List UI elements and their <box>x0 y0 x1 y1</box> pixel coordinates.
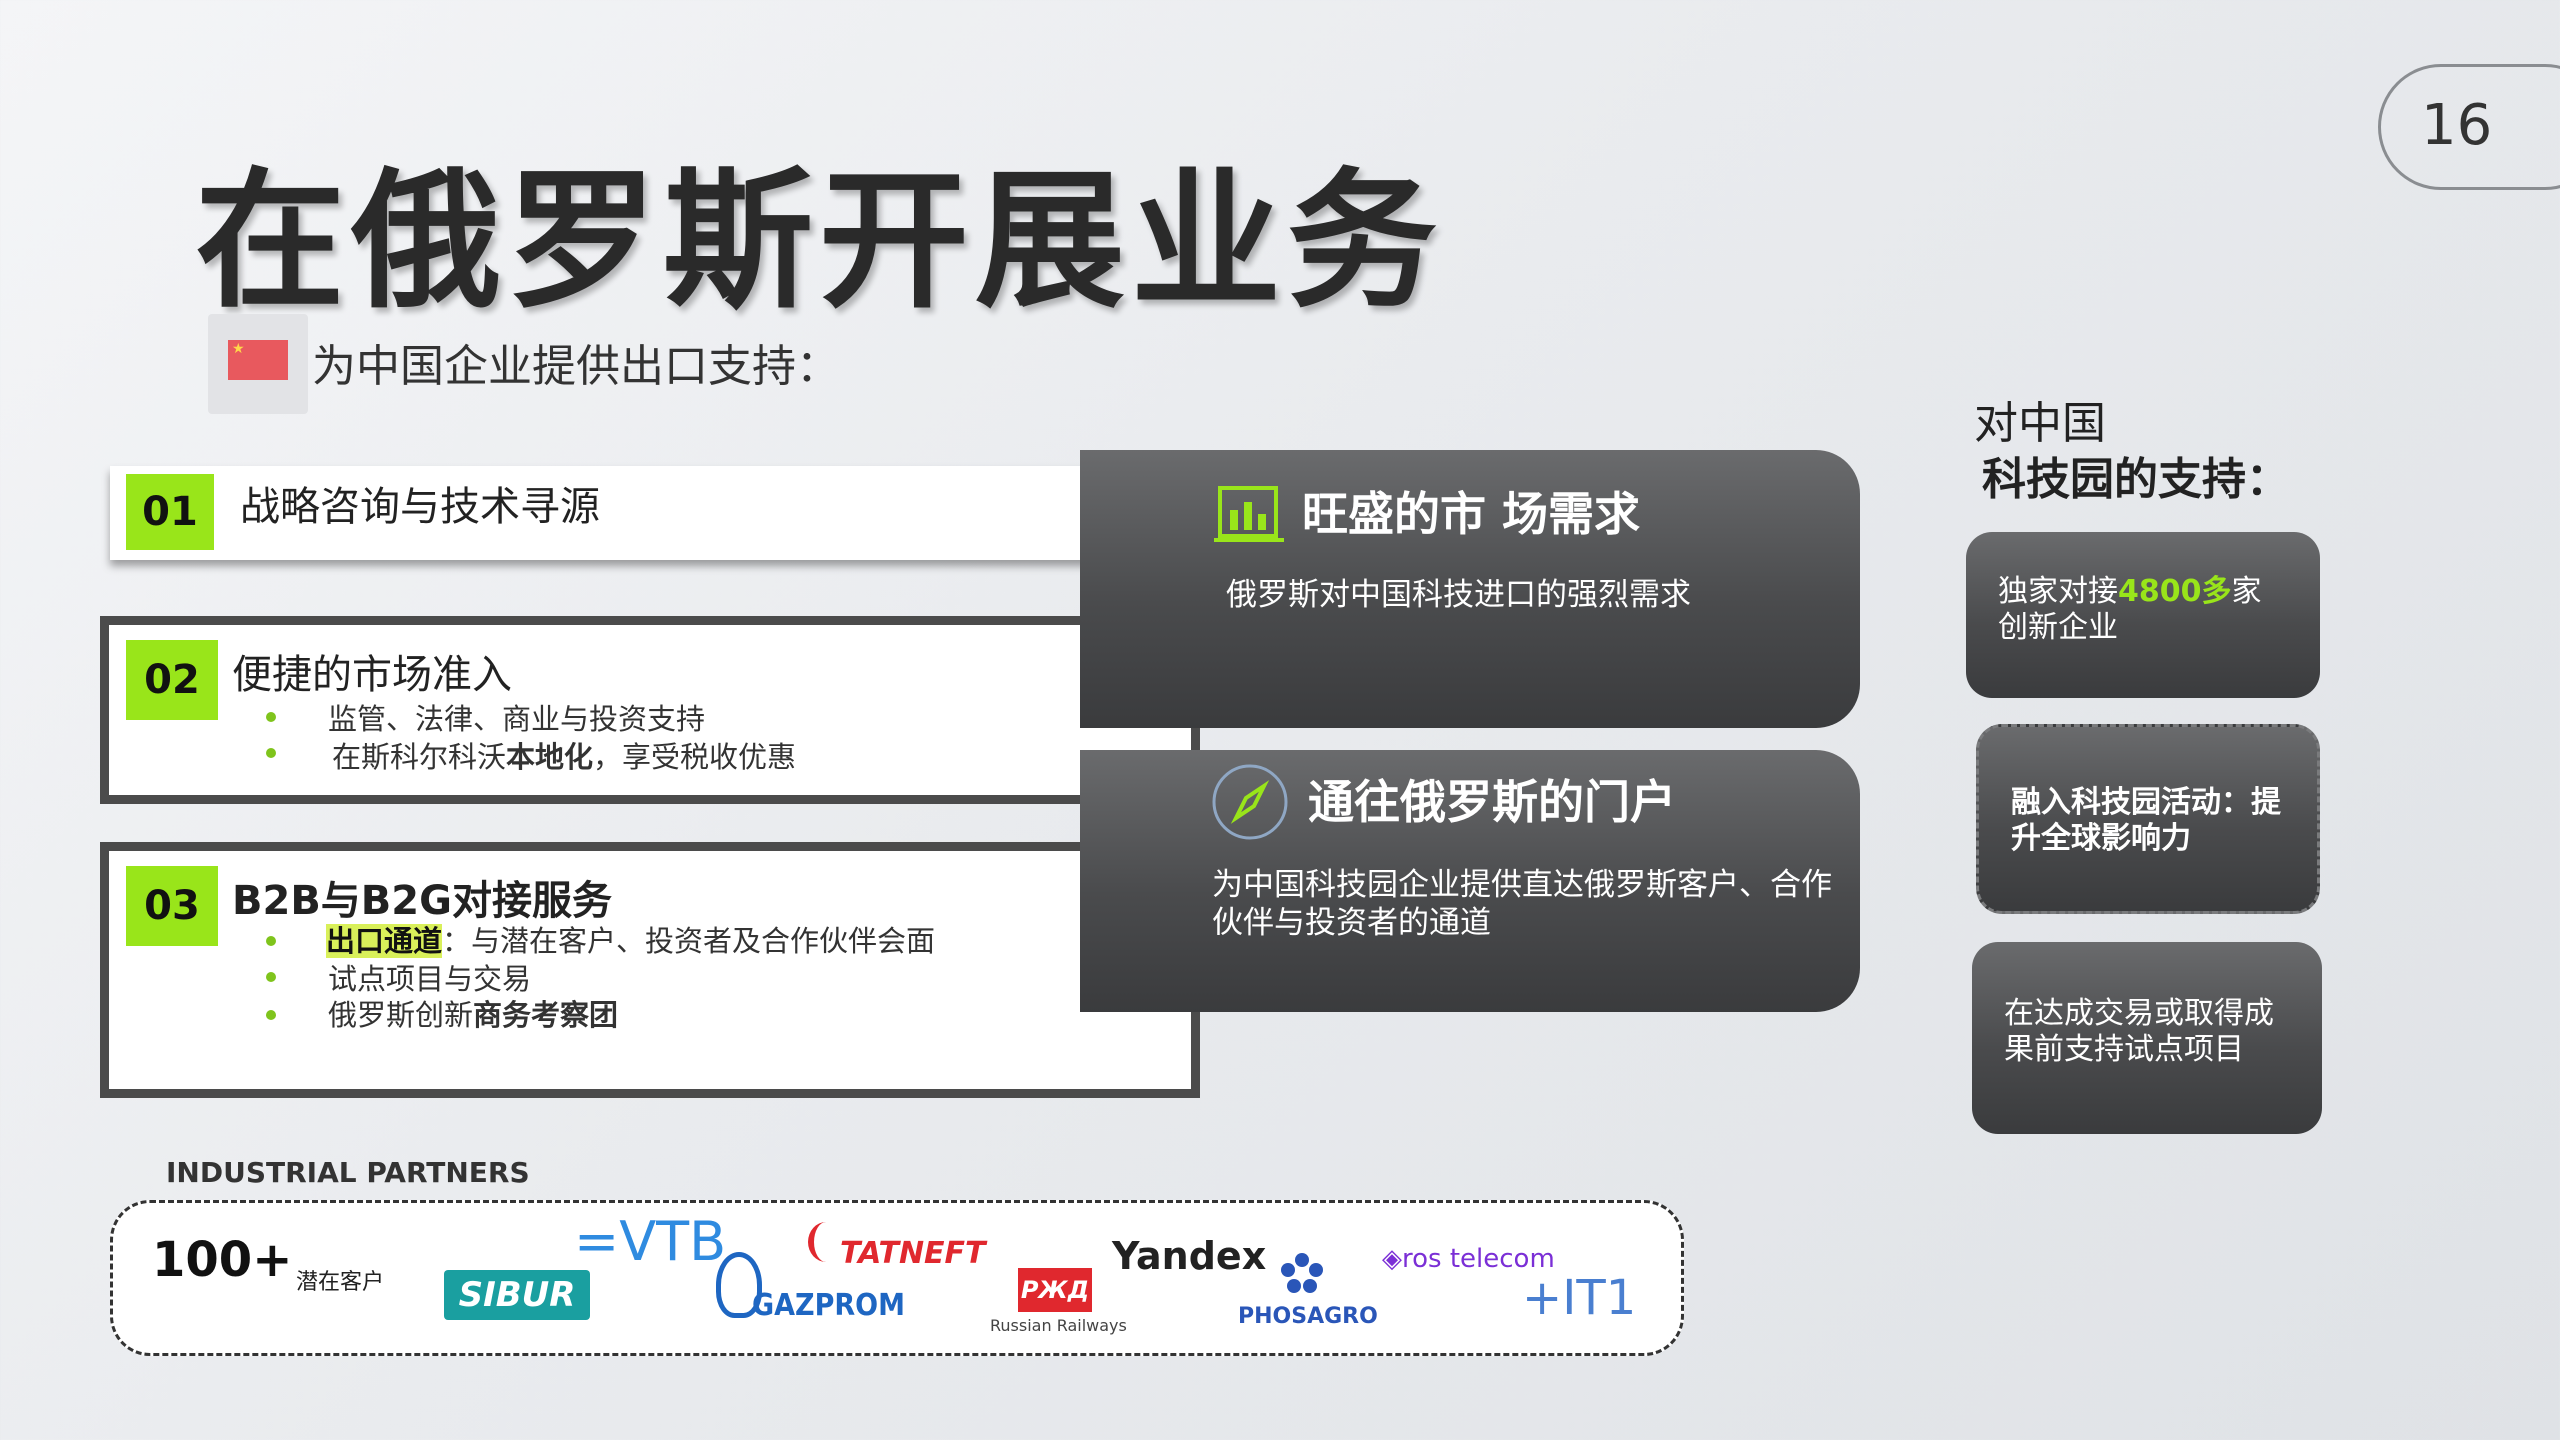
card-title-02: 便捷的市场准入 <box>232 652 512 698</box>
vtb-logo: =VTB <box>574 1210 727 1273</box>
rzd-logo: РЖД <box>1018 1268 1092 1312</box>
partners-count-label: 潜在客户 <box>296 1270 385 1295</box>
phosagro-flower-icon <box>1278 1250 1326 1302</box>
rostelecom-icon: ◈ <box>1382 1244 1402 1274</box>
partners-count: 100+ <box>152 1232 293 1288</box>
page-number: 16 <box>2378 64 2560 190</box>
right-title: 对中国 科技园的支持： <box>1974 398 2290 505</box>
card-number-01: 01 <box>126 474 214 550</box>
panel-text: 为中国科技园企业提供直达俄罗斯客户、合作伙伴与投资者的通道 <box>1212 867 1832 941</box>
china-flag-icon: ★ <box>228 340 288 380</box>
yandex-logo: Yandex <box>1112 1234 1267 1278</box>
tatneft-logo: TATNEFT <box>840 1236 986 1271</box>
tatneft-drop-icon <box>808 1222 844 1262</box>
card-number-03: 03 <box>126 866 218 946</box>
chart-icon <box>1214 480 1284 550</box>
phosagro-logo: PHOSAGRO <box>1238 1304 1378 1329</box>
page-title: 在俄罗斯开展业务 <box>195 155 1444 329</box>
bullet-dot <box>266 972 276 982</box>
subtitle: 为中国企业提供出口支持： <box>312 341 840 392</box>
bullet-dot <box>266 1010 276 1020</box>
panel-text: 俄罗斯对中国科技进口的强烈需求 <box>1226 577 1691 613</box>
it1-logo: +IT1 <box>1522 1270 1637 1326</box>
bullet-text: 在斯科尔科沃本地化，享受税收优惠 <box>332 740 797 774</box>
panel-title: 通往俄罗斯的门户 <box>1308 775 1676 829</box>
bullet-dot <box>266 748 276 758</box>
support-card-pilot: 在达成交易或取得成果前支持试点项目 <box>1972 942 2322 1134</box>
support-card-activities: 融入科技园活动：提升全球影响力 <box>1976 724 2320 914</box>
bullet-dot <box>266 712 276 722</box>
bullet-text: 监管、法律、商业与投资支持 <box>328 702 706 736</box>
card-title-01: 战略咨询与技术寻源 <box>240 484 600 530</box>
partners-heading: INDUSTRIAL PARTNERS <box>166 1156 530 1189</box>
panel-title: 旺盛的市 场需求 <box>1302 487 1641 541</box>
card-number-02: 02 <box>126 640 218 720</box>
sibur-logo: SIBUR <box>444 1270 590 1320</box>
gazprom-logo: GAZPROM <box>752 1288 905 1323</box>
bullet-dot <box>266 936 276 946</box>
bullet-text: 出口通道：与潜在客户、投资者及合作伙伴会面 <box>326 924 936 958</box>
compass-icon <box>1210 762 1290 846</box>
support-card-4800: 独家对接4800多家创新企业 <box>1966 532 2320 698</box>
rzd-caption: Russian Railways <box>990 1316 1127 1335</box>
bullet-text: 俄罗斯创新商务考察团 <box>328 998 619 1032</box>
